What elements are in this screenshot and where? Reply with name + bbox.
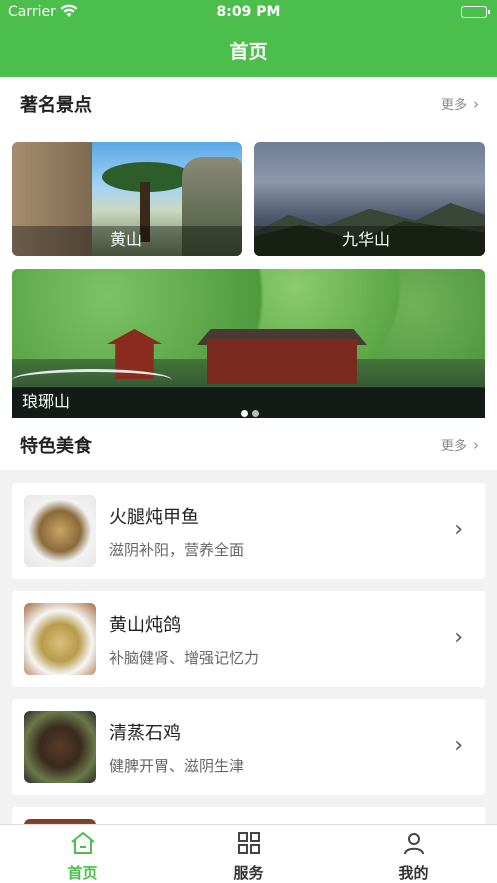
scenic-tile-label: 黄山 (110, 230, 143, 249)
food-list-item[interactable]: 清蒸石鸡 健脾开胃、滋阴生津 › (12, 699, 485, 795)
clock: 8:09 PM (216, 4, 281, 20)
tab-service[interactable]: 服务 (166, 825, 331, 883)
tab-label: 服务 (233, 864, 264, 882)
chevron-right-icon: › (454, 625, 463, 650)
battery-icon (461, 6, 490, 18)
scenic-banner-langyashan[interactable]: 琅琊山 (12, 269, 485, 418)
food-list-item[interactable]: 黄山炖鸽 补脑健肾、增强记忆力 › (12, 591, 485, 687)
page-title: 首页 (229, 41, 268, 63)
tab-label: 我的 (398, 864, 429, 882)
scenic-tile-label: 九华山 (342, 230, 391, 249)
food-name: 清蒸石鸡 (109, 723, 181, 744)
tab-bar: 首页 服务 我的 (0, 824, 497, 883)
scenic-more-label: 更多 (440, 98, 467, 113)
tab-home[interactable]: 首页 (0, 825, 165, 883)
food-thumbnail (24, 495, 96, 567)
food-description: 补脑健肾、增强记忆力 (109, 649, 260, 667)
status-bar: Carrier 8:09 PM (0, 0, 497, 24)
chevron-right-icon: › (473, 436, 479, 454)
user-icon (331, 831, 496, 857)
scenic-tile-huangshan[interactable]: 黄山 (12, 142, 242, 256)
food-description: 滋阴补阳，营养全面 (109, 541, 245, 559)
scenic-section-title: 著名景点 (20, 95, 92, 116)
food-section-title: 特色美食 (20, 436, 92, 457)
food-more-label: 更多 (440, 439, 467, 454)
chevron-right-icon: › (473, 95, 479, 113)
food-list-item[interactable]: 火腿炖甲鱼 滋阴补阳，营养全面 › (12, 483, 485, 579)
food-name: 黄山炖鸽 (109, 615, 181, 636)
scenic-more-link[interactable]: 更多 › (441, 94, 479, 113)
scenic-banner-label: 琅琊山 (22, 392, 71, 411)
grid-icon (166, 831, 331, 857)
food-name: 火腿炖甲鱼 (109, 507, 199, 528)
chevron-right-icon: › (454, 517, 463, 542)
food-description: 健脾开胃、滋阴生津 (109, 757, 245, 775)
tab-label: 首页 (67, 864, 98, 882)
page-dot[interactable] (252, 410, 259, 417)
food-section-header: 特色美食 更多 › (0, 418, 497, 470)
chevron-right-icon: › (454, 733, 463, 758)
food-thumbnail (24, 603, 96, 675)
food-more-link[interactable]: 更多 › (441, 435, 479, 454)
food-thumbnail (24, 711, 96, 783)
home-icon (0, 831, 165, 857)
tab-mine[interactable]: 我的 (331, 825, 496, 883)
page-dot[interactable] (241, 410, 248, 417)
scenic-section-header: 著名景点 更多 › (0, 77, 497, 129)
scenic-tile-jiuhuashan[interactable]: 九华山 (254, 142, 485, 256)
scenic-gallery: 黄山 九华山 琅琊山 (0, 129, 497, 418)
navigation-bar: 首页 (0, 24, 497, 77)
